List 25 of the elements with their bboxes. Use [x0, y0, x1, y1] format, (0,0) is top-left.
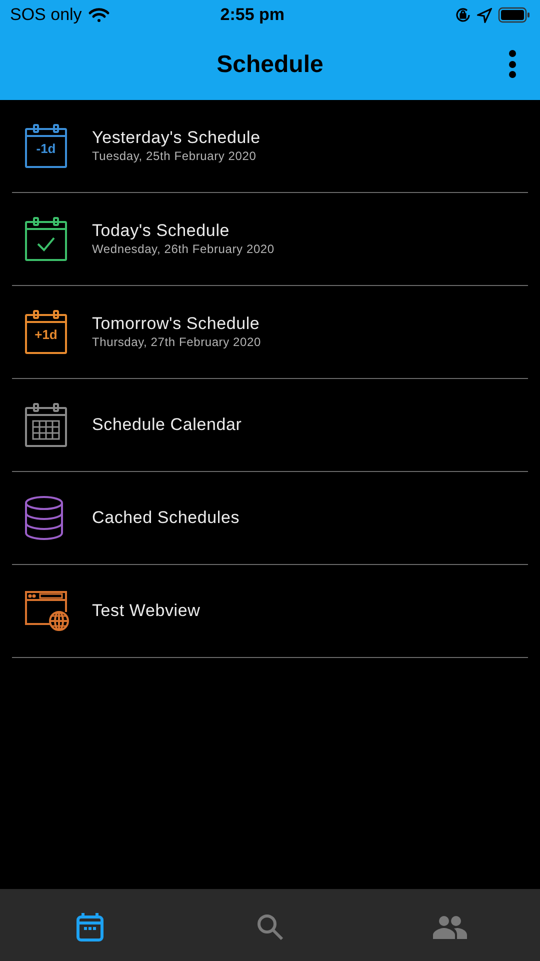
item-title: Schedule Calendar — [92, 415, 242, 435]
menu-item[interactable]: Test Webview — [12, 565, 528, 658]
item-title: Cached Schedules — [92, 508, 240, 528]
item-date: Tuesday, 25th February 2020 — [92, 148, 258, 164]
menu-item[interactable]: +1d Tomorrow's Schedule Thursday, 27th February 2020 — [12, 286, 528, 379]
item-title: Yesterday's Schedule — [92, 128, 260, 148]
location-icon — [477, 8, 492, 22]
calendar-label: -1d — [35, 141, 57, 157]
menu-item[interactable]: -1d Yesterday's Schedule Tuesday, 25th February 2020 — [12, 100, 528, 193]
item-title: Today's Schedule — [92, 221, 231, 241]
item-title: Tomorrow's Schedule — [92, 314, 261, 334]
item-date: Wednesday, 26th February 2020 — [92, 241, 274, 257]
menu-item[interactable]: Schedule Calendar — [12, 379, 528, 472]
menu-item[interactable]: Cached Schedules — [12, 472, 528, 565]
clock-text: 2:55 pm — [219, 4, 286, 26]
rotation-lock-icon — [455, 7, 471, 23]
page-title: Schedule — [216, 50, 324, 80]
item-title: Test Webview — [92, 601, 200, 621]
item-date: Thursday, 27th February 2020 — [92, 334, 261, 350]
menu-item[interactable]: Today's Schedule Wednesday, 26th February 2020 — [12, 193, 528, 286]
carrier-text: SOS only — [10, 4, 82, 26]
calendar-label: +1d — [34, 327, 58, 343]
battery-icon — [498, 7, 530, 23]
more-options-button[interactable] — [508, 50, 516, 78]
wifi-icon — [88, 7, 110, 23]
